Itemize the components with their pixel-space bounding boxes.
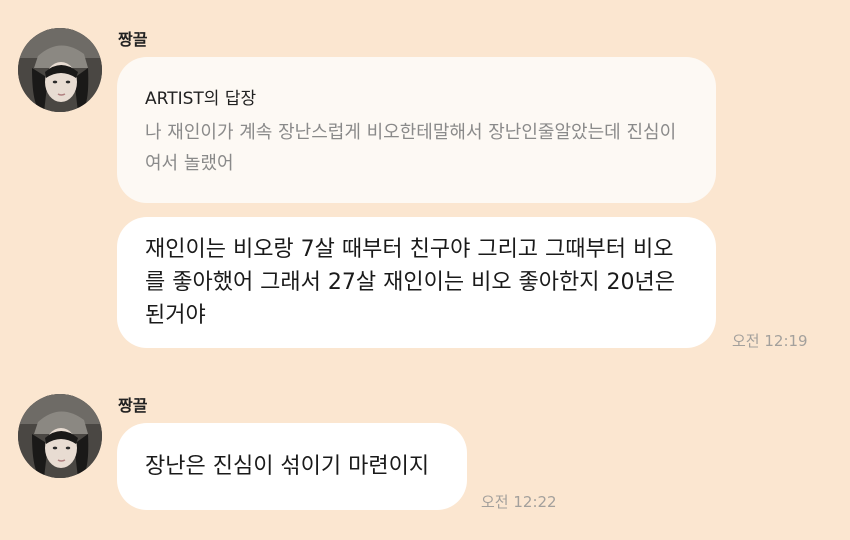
profile-photo-icon (18, 394, 102, 478)
sender-name: 짱끌 (118, 396, 148, 415)
message-text: 장난은 진심이 섞이기 마련이지 (145, 454, 430, 479)
profile-photo-icon (18, 28, 102, 112)
reply-quote-text: 나 재인이가 계속 장난스럽게 비오한테말해서 장난인줄알았는데 진심이여서 놀… (145, 122, 677, 174)
reply-bubble[interactable]: ARTIST의 답장 나 재인이가 계속 장난스럽게 비오한테말해서 장난인줄알… (117, 57, 716, 203)
reply-title: ARTIST의 답장 (145, 89, 257, 109)
message-text: 재인이는 비오랑 7살 때부터 친구야 그리고 그때부터 비오를 좋아했어 그래… (145, 237, 675, 328)
sender-name: 짱끌 (118, 30, 148, 49)
message-timestamp: 오전 12:22 (481, 493, 557, 511)
avatar[interactable] (18, 394, 102, 478)
message-bubble[interactable]: 장난은 진심이 섞이기 마련이지 (117, 423, 467, 510)
message-timestamp: 오전 12:19 (732, 332, 808, 350)
avatar[interactable] (18, 28, 102, 112)
message-bubble[interactable]: 재인이는 비오랑 7살 때부터 친구야 그리고 그때부터 비오를 좋아했어 그래… (117, 217, 716, 348)
